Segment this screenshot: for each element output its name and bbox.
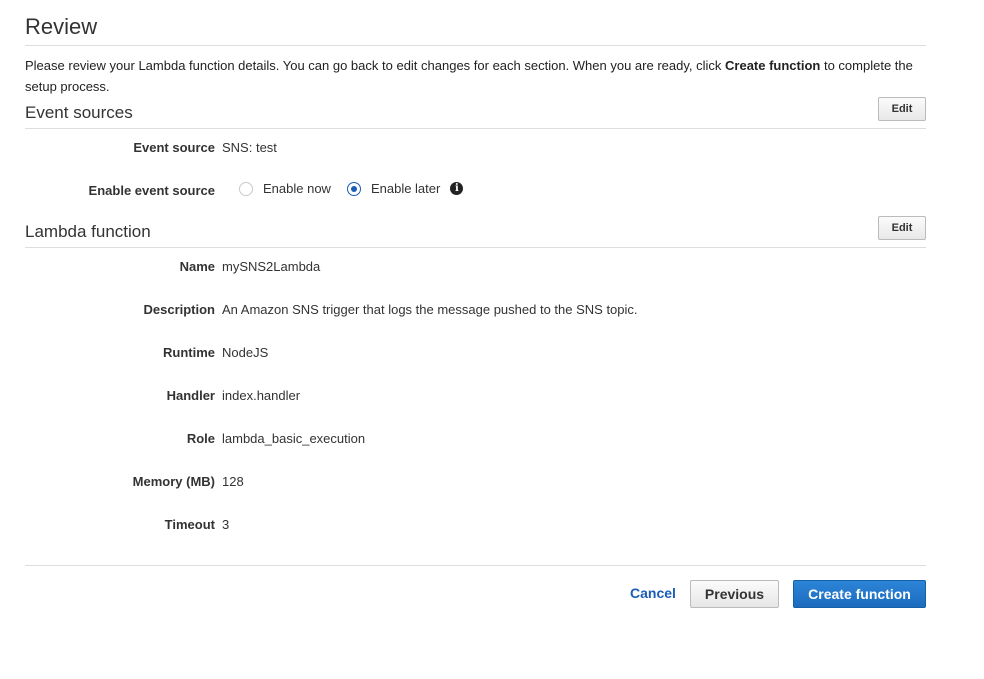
- previous-button[interactable]: Previous: [690, 580, 779, 608]
- enable-now-radio[interactable]: [239, 181, 253, 196]
- intro-text-before: Please review your Lambda function detai…: [25, 58, 726, 73]
- lambda-function-title: Lambda function: [25, 222, 151, 241]
- info-icon[interactable]: i: [450, 182, 464, 195]
- field-row-role: Role lambda_basic_execution: [25, 417, 926, 460]
- field-label: Role: [186, 431, 215, 446]
- intro-text-bold: Create function: [725, 58, 821, 73]
- event-sources-edit-button[interactable]: Edit: [878, 97, 926, 121]
- field-value: 3: [222, 517, 230, 532]
- field-row-description: Description An Amazon SNS trigger that l…: [25, 288, 926, 331]
- enable-event-source-row: Enable event source Enable now Enable la…: [25, 167, 926, 211]
- field-value: lambda_basic_execution: [222, 431, 366, 446]
- event-source-row: Event source SNS: test: [25, 129, 926, 167]
- field-value: index.handler: [222, 388, 301, 403]
- enable-event-source-radio-group: Enable now Enable later i: [239, 181, 464, 196]
- lambda-function-header: Lambda function Edit: [25, 216, 926, 248]
- enable-later-label[interactable]: Enable later: [371, 181, 440, 196]
- field-value: 128: [222, 474, 244, 489]
- wizard-footer: Cancel Previous Create function: [25, 566, 926, 626]
- field-label: Timeout: [164, 517, 215, 532]
- intro-text: Please review your Lambda function detai…: [25, 55, 926, 97]
- create-function-button[interactable]: Create function: [793, 580, 926, 608]
- field-label: Description: [143, 302, 215, 317]
- enable-now-label[interactable]: Enable now: [263, 181, 331, 196]
- event-source-label: Event source: [133, 140, 215, 155]
- field-label: Name: [179, 259, 215, 274]
- field-row-runtime: Runtime NodeJS: [25, 331, 926, 374]
- field-label: Runtime: [163, 345, 215, 360]
- field-value: An Amazon SNS trigger that logs the mess…: [222, 302, 638, 317]
- review-page: Review Please review your Lambda functio…: [25, 0, 926, 626]
- event-sources-header: Event sources Edit: [25, 97, 926, 129]
- enable-event-source-label: Enable event source: [88, 183, 215, 198]
- field-row-name: Name mySNS2Lambda: [25, 248, 926, 288]
- field-row-timeout: Timeout 3: [25, 503, 926, 546]
- event-sources-title: Event sources: [25, 103, 133, 122]
- field-row-handler: Handler index.handler: [25, 374, 926, 417]
- page-title: Review: [25, 0, 926, 46]
- field-value: mySNS2Lambda: [222, 259, 321, 274]
- event-source-value: SNS: test: [222, 140, 277, 155]
- enable-later-radio[interactable]: [346, 181, 361, 196]
- field-label: Memory (MB): [132, 474, 215, 489]
- field-row-memory: Memory (MB) 128: [25, 460, 926, 503]
- field-label: Handler: [166, 388, 215, 403]
- field-value: NodeJS: [222, 345, 269, 360]
- lambda-function-edit-button[interactable]: Edit: [878, 216, 926, 240]
- cancel-link[interactable]: Cancel: [630, 585, 676, 601]
